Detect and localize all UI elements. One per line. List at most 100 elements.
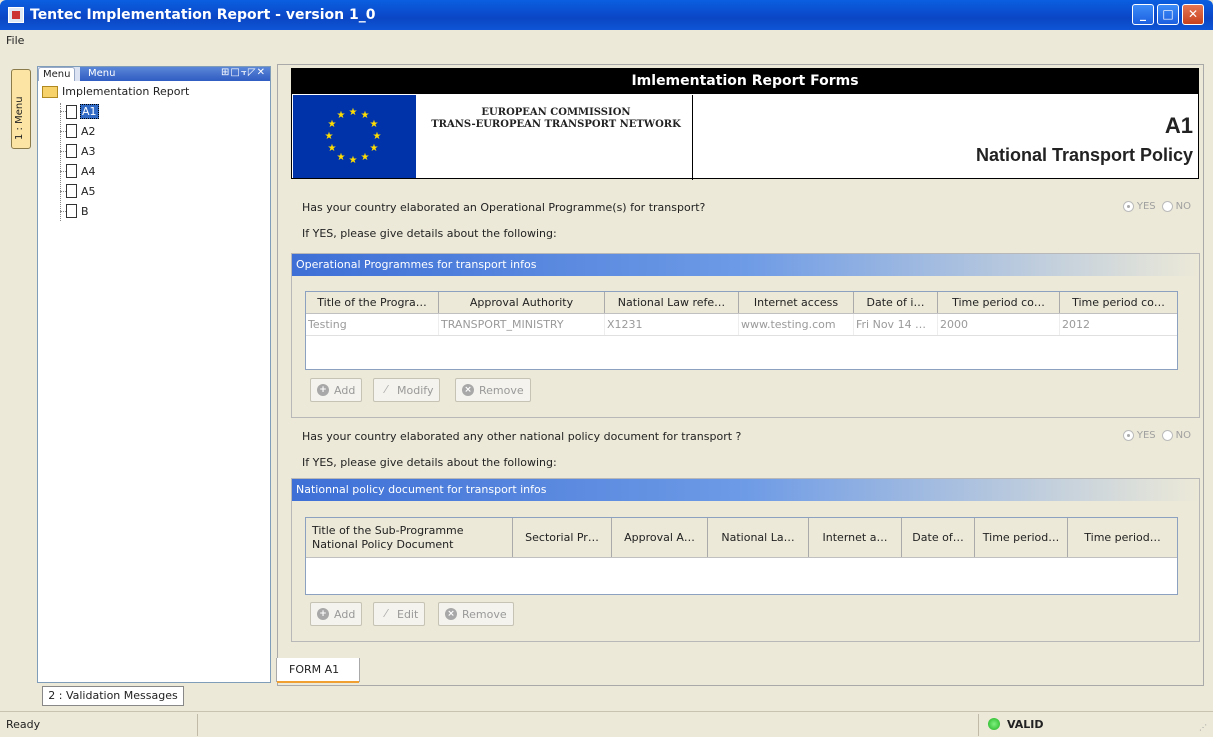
menubar: File: [0, 30, 1213, 52]
column-header[interactable]: Approval Authority: [439, 292, 605, 313]
tree-item-a1[interactable]: A1: [66, 104, 99, 119]
form-name: National Transport Policy: [975, 145, 1193, 165]
remove-button[interactable]: × Remove: [455, 378, 531, 402]
panel-controls-icon[interactable]: ⊞□⫟◸✕: [221, 67, 266, 78]
svg-text:★: ★: [370, 119, 379, 130]
column-header[interactable]: Sectorial Pr…: [513, 518, 612, 557]
org-line-2: TRANS-EUROPEAN TRANSPORT NETWORK: [431, 119, 681, 130]
svg-text:★: ★: [373, 131, 382, 142]
add-button-label: Add: [334, 607, 356, 621]
folder-icon: [42, 85, 58, 98]
radio-group-policy: YES NO: [1122, 430, 1191, 441]
details-prompt: If YES, please give details about the fo…: [302, 227, 557, 240]
table-header: Title of the Progra… Approval Authority …: [306, 292, 1177, 314]
table-row[interactable]: Testing TRANSPORT_MINISTRY X1231 www.tes…: [306, 314, 1177, 336]
question-operational-programme: Has your country elaborated an Operation…: [302, 201, 706, 214]
column-header[interactable]: Time period co…: [1060, 292, 1177, 313]
add-button[interactable]: + Add: [310, 602, 363, 626]
remove-button-label: Remove: [479, 383, 524, 397]
column-header[interactable]: Internet access: [739, 292, 854, 313]
edit-button-label: Edit: [397, 607, 419, 621]
radio-no[interactable]: [1161, 201, 1173, 212]
edit-button[interactable]: ⁄ Edit: [373, 602, 426, 626]
resize-grip-icon[interactable]: ⋰: [1199, 723, 1209, 733]
title-bar: Tentec Implementation Report - version 1…: [0, 0, 1213, 30]
modify-button[interactable]: ⁄ Modify: [373, 378, 441, 402]
remove-icon: ×: [462, 384, 474, 396]
column-header[interactable]: National Law refe…: [605, 292, 739, 313]
modify-button-label: Modify: [397, 383, 434, 397]
column-header[interactable]: Date of…: [902, 518, 975, 557]
column-header[interactable]: Internet a…: [809, 518, 902, 557]
status-text: Ready: [6, 718, 41, 731]
maximize-button[interactable]: □: [1157, 4, 1179, 25]
form-code: A1: [1164, 113, 1193, 138]
column-header[interactable]: Date of i…: [854, 292, 938, 313]
tree-header: Menu Menu ⊞□⫟◸✕: [38, 67, 270, 81]
svg-text:★: ★: [337, 152, 346, 163]
tree-tab-menu[interactable]: Menu: [38, 67, 76, 81]
table-cell: Testing: [306, 314, 439, 335]
pencil-icon: ⁄: [385, 383, 387, 396]
pencil-icon: ⁄: [385, 607, 387, 620]
org-line-1: EUROPEAN COMMISSION: [481, 107, 631, 118]
table-cell: TRANSPORT_MINISTRY: [439, 314, 605, 335]
radio-yes[interactable]: [1122, 201, 1134, 212]
remove-button[interactable]: × Remove: [438, 602, 514, 626]
column-header[interactable]: Time period…: [1068, 518, 1177, 557]
form-header: Imlementation Report Forms ★ ★ ★ ★ ★ ★ ★ ★ ★ ★…: [291, 68, 1199, 180]
operational-programmes-table: Title of the Progra… Approval Authority …: [305, 291, 1178, 370]
svg-text:★: ★: [328, 119, 337, 130]
column-header[interactable]: National La…: [708, 518, 809, 557]
svg-text:★: ★: [337, 110, 346, 121]
remove-button-label: Remove: [462, 607, 507, 621]
valid-status-icon: [988, 718, 1000, 730]
table-cell: X1231: [605, 314, 739, 335]
table-cell: Fri Nov 14 …: [854, 314, 938, 335]
valid-status-text: VALID: [1007, 718, 1044, 731]
column-header[interactable]: Title of the Progra…: [306, 292, 439, 313]
eu-flag-logo: ★ ★ ★ ★ ★ ★ ★ ★ ★ ★ ★ ★: [293, 95, 416, 178]
tab-active-indicator: [277, 681, 359, 683]
svg-text:★: ★: [370, 143, 379, 154]
close-button[interactable]: ✕: [1182, 4, 1204, 25]
column-header[interactable]: Time period co…: [938, 292, 1060, 313]
tree-item-b[interactable]: B: [66, 204, 90, 218]
svg-text:★: ★: [361, 110, 370, 121]
tab-form-a1[interactable]: FORM A1: [276, 658, 360, 682]
radio-yes[interactable]: [1122, 430, 1134, 441]
document-icon: [66, 164, 77, 178]
radio-no-label: NO: [1175, 201, 1191, 212]
tree-item-a5[interactable]: A5: [66, 184, 97, 198]
tree-root[interactable]: Implementation Report: [42, 85, 189, 98]
column-header[interactable]: Time period…: [975, 518, 1068, 557]
validation-messages-tab[interactable]: 2 : Validation Messages: [42, 686, 184, 706]
svg-text:★: ★: [349, 155, 358, 165]
menu-side-tab[interactable]: 1 : Menu: [11, 69, 31, 149]
menu-side-tab-label: 1 : Menu: [14, 96, 25, 140]
tree-item-a4[interactable]: A4: [66, 164, 97, 178]
header-divider: [692, 95, 693, 180]
radio-group-op: YES NO: [1122, 201, 1191, 212]
radio-no[interactable]: [1161, 430, 1173, 441]
status-divider: [197, 714, 198, 736]
document-icon: [66, 184, 77, 198]
group-title: Operational Programmes for transport inf…: [292, 254, 1199, 276]
column-header[interactable]: Title of the Sub-Programme National Poli…: [306, 518, 513, 557]
tree-item-a2[interactable]: A2: [66, 124, 97, 138]
add-button-label: Add: [334, 383, 356, 397]
tree-item-a3[interactable]: A3: [66, 144, 97, 158]
menu-file[interactable]: File: [6, 34, 24, 47]
add-button[interactable]: + Add: [310, 378, 363, 402]
tree-tab-menu-inactive[interactable]: Menu: [84, 67, 119, 81]
remove-icon: ×: [445, 608, 457, 620]
radio-yes-label: YES: [1136, 430, 1156, 441]
add-icon: +: [317, 608, 329, 620]
table-header: Title of the Sub-Programme National Poli…: [306, 518, 1177, 558]
minimize-button[interactable]: _: [1132, 4, 1154, 25]
column-header[interactable]: Approval A…: [612, 518, 708, 557]
status-divider: [978, 714, 979, 736]
details-prompt: If YES, please give details about the fo…: [302, 456, 557, 469]
tree-connector: [60, 103, 61, 221]
organization-name: EUROPEAN COMMISSION TRANS-EUROPEAN TRANS…: [420, 107, 692, 131]
